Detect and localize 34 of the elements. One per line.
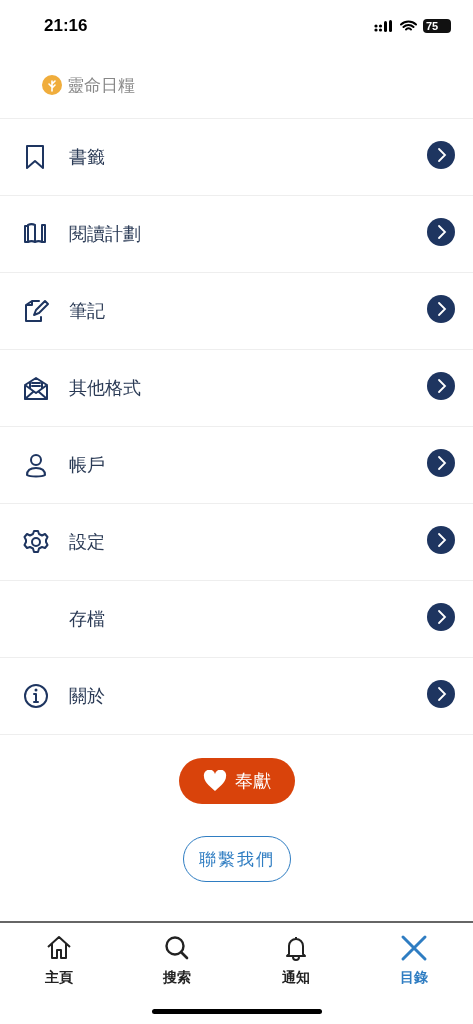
- chevron-right-icon: [427, 295, 455, 323]
- menu-item[interactable]: 存檔: [0, 581, 473, 658]
- info-icon: [22, 682, 50, 710]
- tab[interactable]: 通知: [236, 923, 355, 1024]
- battery-level: 75: [423, 19, 451, 33]
- menu-item[interactable]: 書籤: [0, 119, 473, 196]
- close-icon: [399, 934, 428, 962]
- menu-item[interactable]: 關於: [0, 658, 473, 735]
- donate-button[interactable]: 奉獻: [178, 758, 295, 804]
- mail-icon: [22, 374, 50, 402]
- chevron-right-icon: [427, 680, 455, 708]
- contact-us-button[interactable]: 聯繫我們: [182, 836, 291, 882]
- note-edit-icon: [22, 297, 50, 325]
- chevron-right-icon: [427, 603, 455, 631]
- wifi-icon: [400, 20, 417, 32]
- chevron-right-icon: [427, 218, 455, 246]
- menu-item[interactable]: 設定: [0, 504, 473, 581]
- chevron-right-icon: [427, 526, 455, 554]
- brand-name: 靈命日糧: [67, 73, 135, 97]
- chevron-right-icon: [427, 372, 455, 400]
- menu-item[interactable]: 閱讀計劃: [0, 196, 473, 273]
- wheat-logo-icon: [42, 75, 62, 95]
- status-time: 21:16: [44, 16, 88, 36]
- menu-item[interactable]: 其他格式: [0, 350, 473, 427]
- signal-icon: [374, 20, 394, 32]
- tab[interactable]: 搜索: [118, 923, 237, 1024]
- chevron-right-icon: [427, 141, 455, 169]
- tab[interactable]: 主頁: [0, 923, 119, 1024]
- menu-item[interactable]: 帳戶: [0, 427, 473, 504]
- settings-icon: [22, 528, 50, 556]
- menu-item[interactable]: 筆記: [0, 273, 473, 350]
- heart-icon: [202, 770, 227, 792]
- chevron-right-icon: [427, 449, 455, 477]
- tab[interactable]: 目錄: [354, 923, 473, 1024]
